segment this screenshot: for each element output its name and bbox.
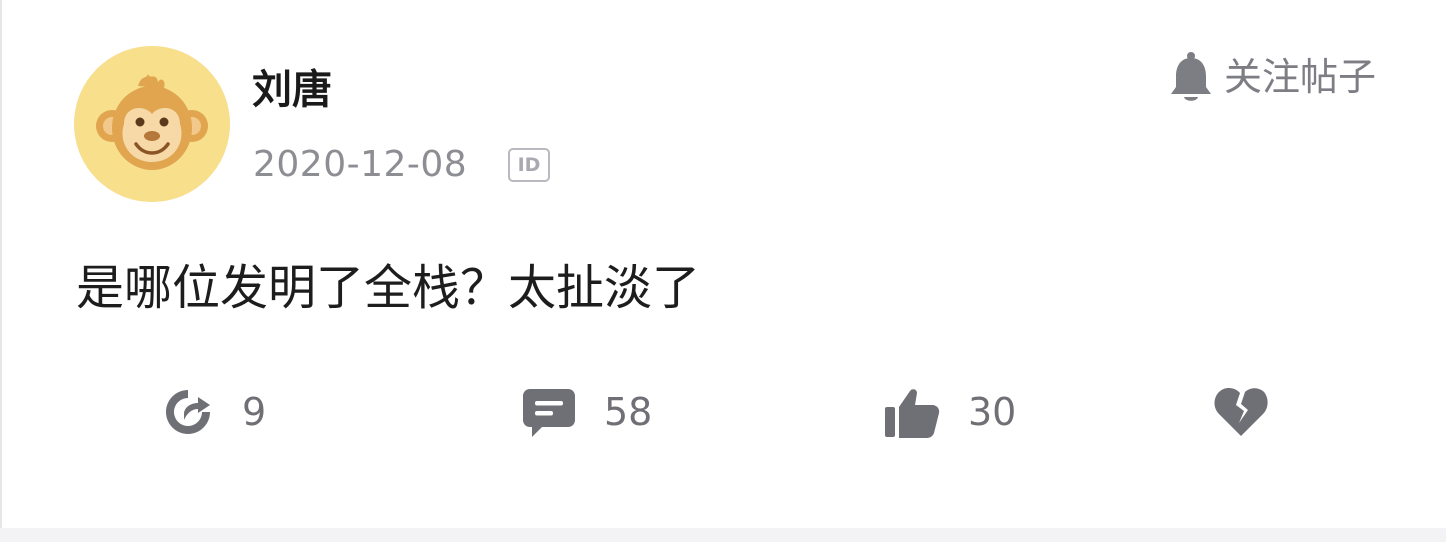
post-content: 是哪位发明了全栈？太扯淡了 (76, 260, 701, 316)
follow-post-button[interactable]: 关注帖子 (1168, 50, 1376, 104)
thumbs-up-icon (885, 389, 940, 438)
share-arrow-icon (166, 390, 210, 434)
comment-bubble-icon (523, 389, 575, 437)
post-card: 刘唐 2020-12-08 ID 关注帖子 是哪位发明了全栈？太扯淡了 9 58 (0, 0, 1446, 528)
author-avatar[interactable] (74, 46, 230, 202)
comment-button[interactable]: 58 (520, 380, 652, 444)
id-badge: ID (508, 148, 550, 182)
follow-post-label: 关注帖子 (1224, 55, 1377, 99)
comment-count: 58 (604, 390, 653, 434)
broken-heart-icon (1214, 387, 1268, 436)
share-count: 9 (242, 390, 267, 434)
bell-icon (1171, 52, 1211, 101)
dislike-button[interactable] (1212, 380, 1270, 444)
monkey-avatar-icon (74, 46, 230, 202)
share-button[interactable]: 9 (160, 380, 266, 444)
post-date: 2020-12-08 (253, 144, 468, 185)
like-button[interactable]: 30 (882, 380, 1016, 444)
post-separator (0, 528, 1446, 542)
author-name[interactable]: 刘唐 (252, 66, 332, 114)
like-count: 30 (968, 390, 1017, 434)
